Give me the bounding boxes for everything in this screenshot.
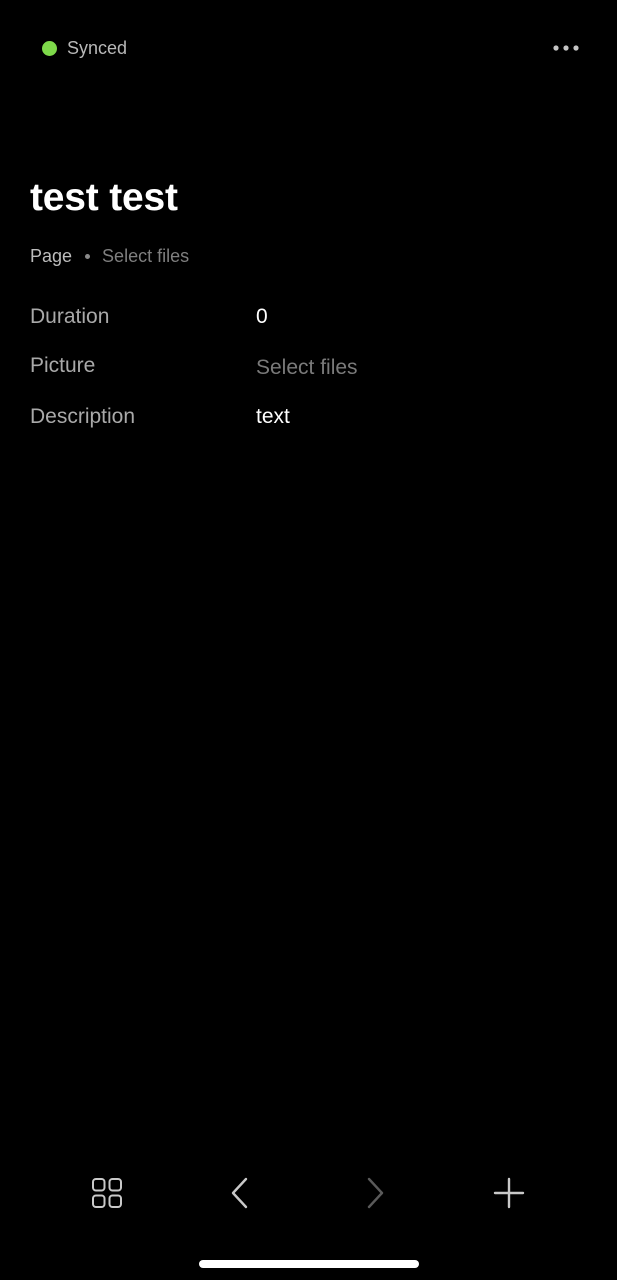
forward-button[interactable] — [345, 1163, 405, 1223]
page-title[interactable]: test test — [30, 176, 178, 220]
page-type-label: Page — [30, 245, 73, 266]
home-indicator[interactable] — [199, 1260, 419, 1268]
more-options-button[interactable] — [548, 34, 584, 62]
sync-status-dot-icon — [42, 40, 57, 56]
more-horizontal-icon — [553, 45, 579, 51]
grid-icon — [92, 1178, 122, 1208]
property-row-picture: Picture Select files — [30, 351, 590, 381]
description-value[interactable]: text — [256, 405, 290, 429]
property-label: Description — [30, 405, 136, 428]
chevron-left-icon — [231, 1177, 248, 1209]
sync-status: Synced — [42, 36, 127, 60]
select-files-link[interactable]: Select files — [102, 246, 189, 267]
property-row-description: Description text — [30, 402, 590, 432]
meta-separator-dot — [85, 253, 91, 259]
bottom-toolbar — [0, 1163, 617, 1223]
add-button[interactable] — [479, 1163, 539, 1223]
all-pages-button[interactable] — [77, 1163, 137, 1223]
picture-select-files[interactable]: Select files — [256, 356, 358, 380]
duration-value[interactable]: 0 — [256, 305, 268, 329]
chevron-right-icon — [367, 1177, 384, 1209]
property-label: Picture — [30, 354, 96, 377]
sync-status-label: Synced — [67, 37, 128, 58]
property-row-duration: Duration 0 — [30, 302, 590, 332]
property-label: Duration — [30, 305, 110, 328]
back-button[interactable] — [210, 1163, 270, 1223]
plus-icon — [493, 1177, 525, 1209]
page-meta: Page Select files — [30, 244, 189, 268]
